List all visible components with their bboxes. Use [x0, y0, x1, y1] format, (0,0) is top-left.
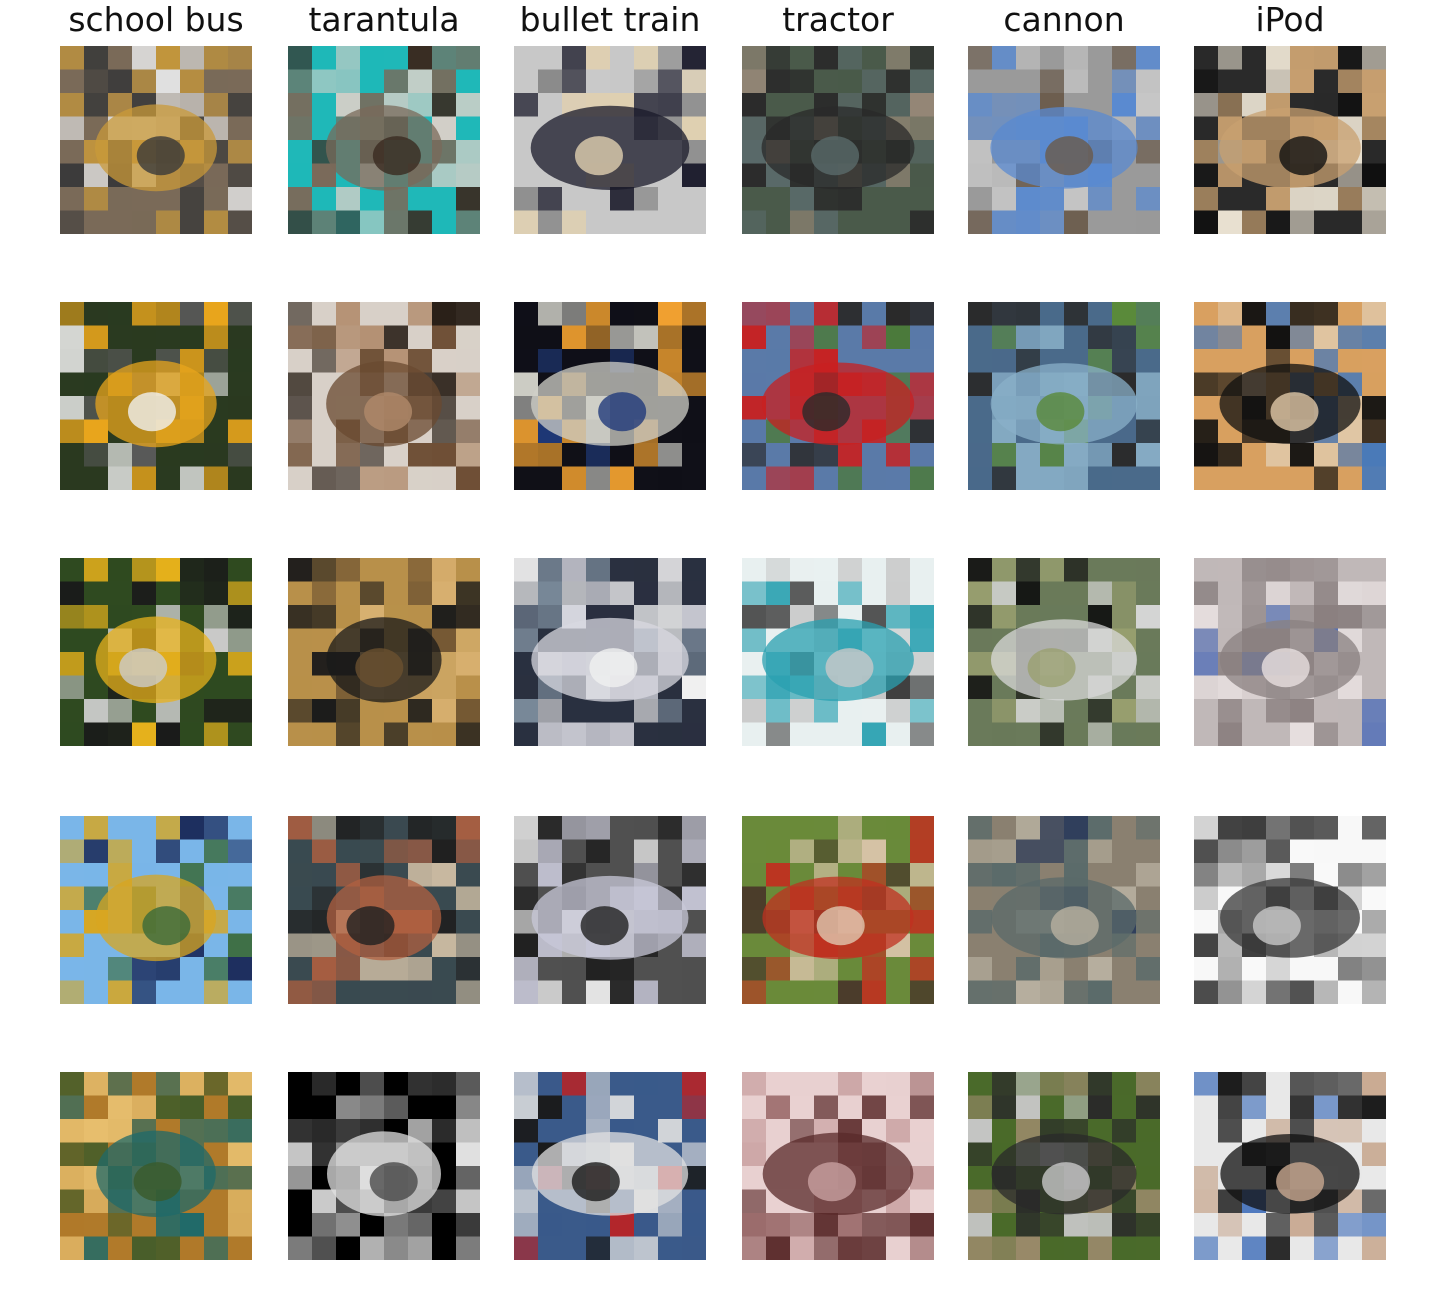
photo [742, 1072, 934, 1260]
photo [288, 1072, 480, 1260]
photo [60, 1072, 252, 1260]
image-tile [60, 558, 252, 746]
image-tile [288, 302, 480, 490]
photo [60, 558, 252, 746]
image-tile [742, 816, 934, 1004]
column-title: tractor [782, 0, 894, 39]
image-tile [60, 46, 252, 234]
photo [968, 302, 1160, 490]
photo [1194, 46, 1386, 234]
image-tile [288, 558, 480, 746]
image-tile [288, 816, 480, 1004]
photo [514, 46, 706, 234]
image-tile [514, 816, 706, 1004]
image-tile [968, 302, 1160, 490]
column-title: iPod [1255, 0, 1325, 39]
photo [514, 558, 706, 746]
photo [742, 302, 934, 490]
image-tile [742, 302, 934, 490]
image-tile [968, 816, 1160, 1004]
photo [968, 1072, 1160, 1260]
photo [968, 46, 1160, 234]
image-tile [742, 1072, 934, 1260]
image-grid: school bus tarantula bullet train tractor ca… [0, 0, 1432, 1302]
image-tile [288, 1072, 480, 1260]
image-tile [514, 302, 706, 490]
image-tile [288, 46, 480, 234]
image-tile [514, 1072, 706, 1260]
image-tile [742, 46, 934, 234]
photo [968, 816, 1160, 1004]
column-title: cannon [1003, 0, 1125, 39]
image-tile [514, 558, 706, 746]
image-tile [1194, 558, 1386, 746]
image-tile [968, 1072, 1160, 1260]
photo [968, 558, 1160, 746]
photo [288, 558, 480, 746]
image-tile [1194, 1072, 1386, 1260]
image-tile [60, 302, 252, 490]
photo [514, 816, 706, 1004]
image-tile [60, 1072, 252, 1260]
column-title: tarantula [308, 0, 460, 39]
image-tile [742, 558, 934, 746]
image-tile [60, 816, 252, 1004]
photo [742, 816, 934, 1004]
photo [1194, 302, 1386, 490]
photo [60, 816, 252, 1004]
photo [742, 46, 934, 234]
image-tile [1194, 816, 1386, 1004]
image-tile [514, 46, 706, 234]
photo [1194, 816, 1386, 1004]
photo [288, 816, 480, 1004]
column-title: bullet train [519, 0, 701, 39]
photo [288, 46, 480, 234]
image-tile [968, 46, 1160, 234]
photo [60, 46, 252, 234]
photo [60, 302, 252, 490]
photo [1194, 558, 1386, 746]
column-title: school bus [68, 0, 244, 39]
photo [742, 558, 934, 746]
image-tile [1194, 302, 1386, 490]
photo [288, 302, 480, 490]
image-tile [968, 558, 1160, 746]
photo [1194, 1072, 1386, 1260]
photo [514, 302, 706, 490]
photo [514, 1072, 706, 1260]
image-tile [1194, 46, 1386, 234]
